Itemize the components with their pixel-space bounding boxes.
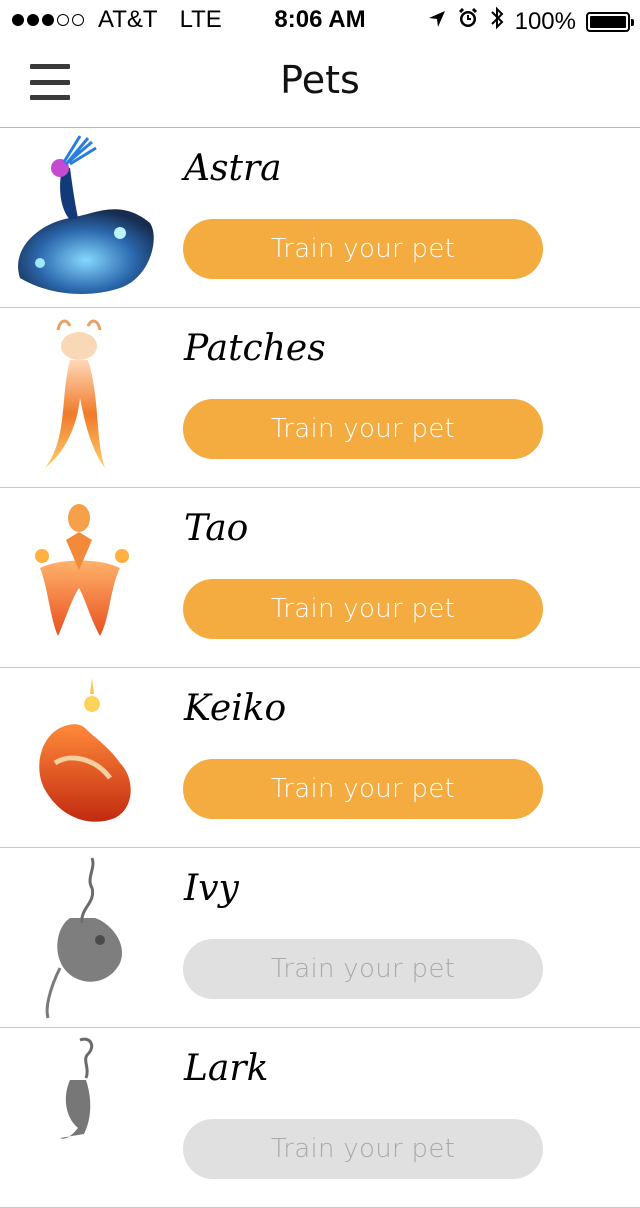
- battery-icon: [586, 11, 634, 32]
- battery-fill: [590, 15, 626, 28]
- pet-row-ivy[interactable]: Ivy Train your pet: [0, 848, 640, 1028]
- pet-name: Keiko: [184, 688, 287, 729]
- pet-name: Ivy: [184, 868, 239, 909]
- status-bar: AT&T LTE 8:06 AM 100%: [0, 0, 640, 40]
- train-pet-button-locked[interactable]: Train your pet: [183, 939, 543, 999]
- pet-name: Patches: [184, 328, 326, 369]
- train-pet-button[interactable]: Train your pet: [183, 399, 543, 459]
- tao-pet-icon: [0, 488, 170, 667]
- alarm-icon: [457, 7, 479, 36]
- pet-name: Lark: [184, 1048, 269, 1089]
- pet-row-astra[interactable]: Astra Train your pet: [0, 128, 640, 308]
- train-pet-button[interactable]: Train your pet: [183, 219, 543, 279]
- battery-percent: 100%: [514, 7, 576, 35]
- keiko-pet-icon: [0, 668, 170, 847]
- pet-list: Astra Train your pet Patches Train your …: [0, 128, 640, 1208]
- pet-name: Astra: [184, 148, 282, 189]
- location-arrow-icon: [427, 8, 447, 36]
- pet-name: Tao: [184, 508, 249, 549]
- status-right: 100%: [427, 6, 634, 37]
- pet-row-lark[interactable]: Lark Train your pet: [0, 1028, 640, 1208]
- astra-pet-icon: [0, 128, 170, 307]
- train-pet-button[interactable]: Train your pet: [183, 579, 543, 639]
- patches-pet-icon: [0, 308, 170, 487]
- train-pet-button[interactable]: Train your pet: [183, 759, 543, 819]
- train-pet-button-locked[interactable]: Train your pet: [183, 1119, 543, 1179]
- pet-row-tao[interactable]: Tao Train your pet: [0, 488, 640, 668]
- nav-bar: Pets: [0, 40, 640, 128]
- pet-row-patches[interactable]: Patches Train your pet: [0, 308, 640, 488]
- bluetooth-icon: [489, 6, 505, 37]
- ivy-pet-icon: [0, 848, 170, 1027]
- page-title: Pets: [280, 58, 360, 102]
- lark-pet-icon: [0, 1028, 170, 1207]
- pet-row-keiko[interactable]: Keiko Train your pet: [0, 668, 640, 848]
